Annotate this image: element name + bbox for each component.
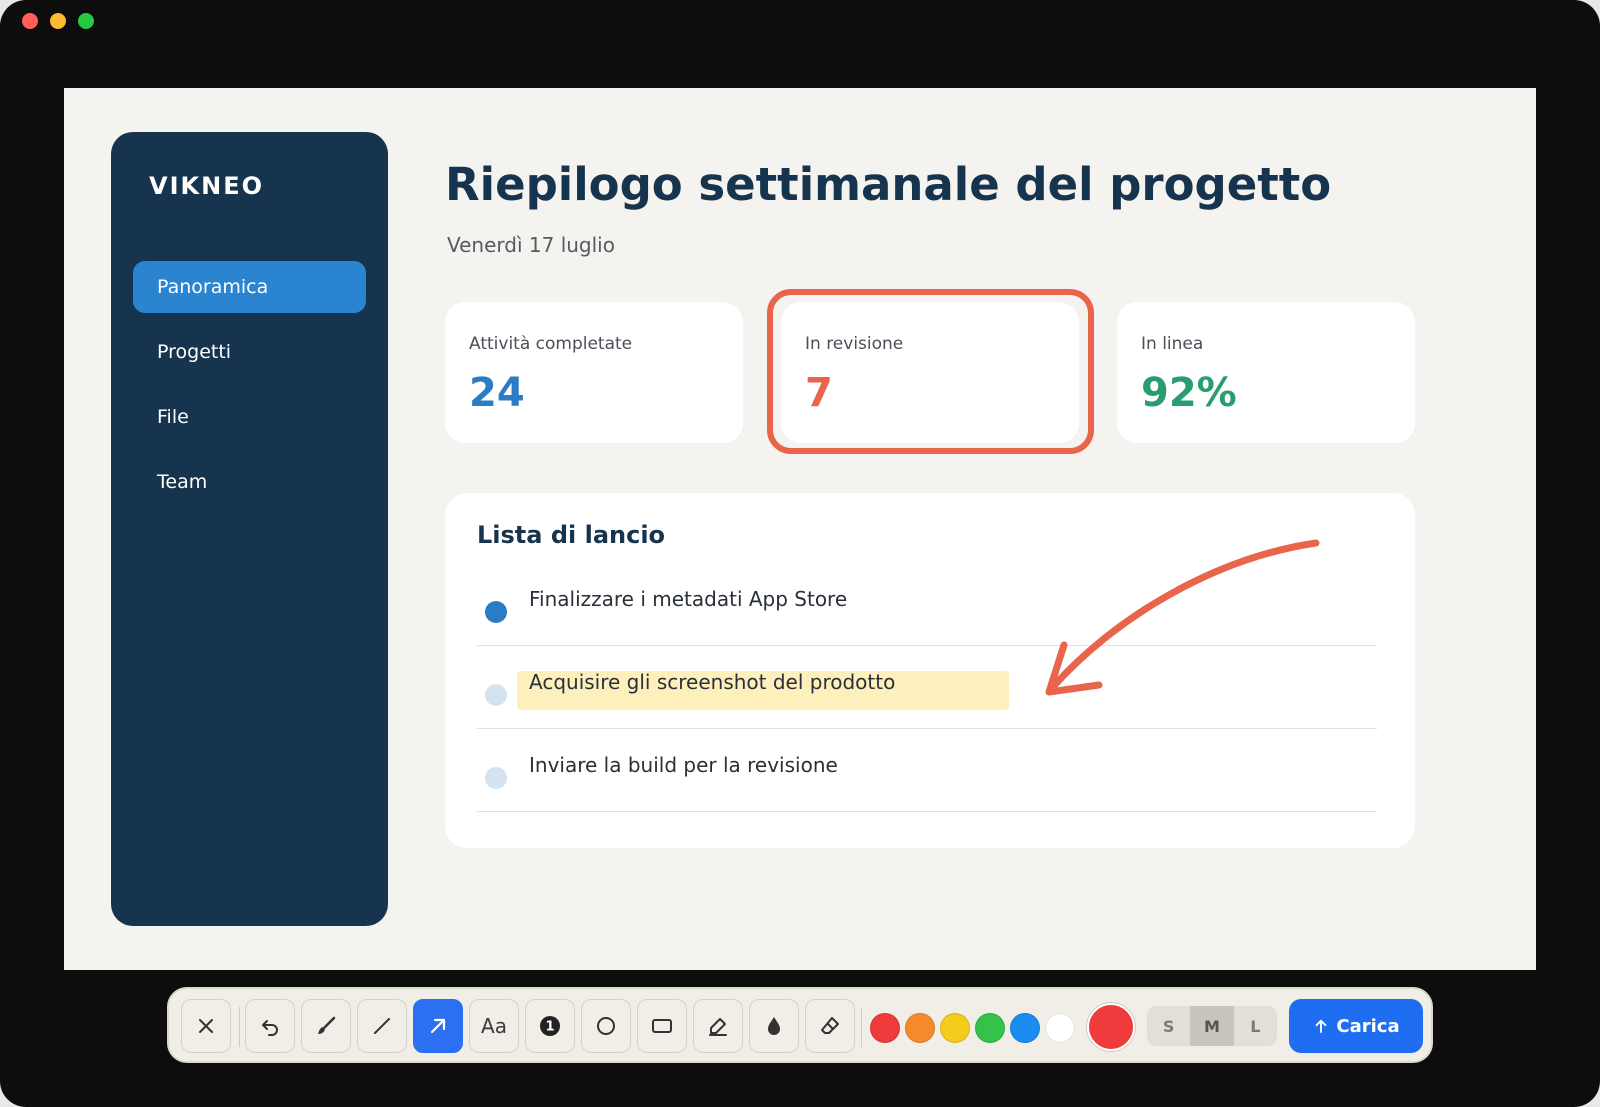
text-tool-button[interactable]: Aa bbox=[469, 999, 519, 1053]
arrow-tool-button[interactable] bbox=[413, 999, 463, 1053]
sidebar-item-file[interactable]: File bbox=[133, 391, 366, 443]
line-icon bbox=[374, 1018, 390, 1034]
app-window: VIKNEO Panoramica Progetti File Team Rie… bbox=[0, 0, 1600, 1107]
list-item: Finalizzare i metadati App Store bbox=[477, 563, 1377, 646]
sidebar-item-label: Progetti bbox=[157, 341, 232, 363]
stat-label: Attività completate bbox=[469, 334, 633, 354]
task-text: Acquisire gli screenshot del prodotto bbox=[529, 670, 896, 694]
sidebar-item-team[interactable]: Team bbox=[133, 456, 366, 508]
color-swatch-green[interactable] bbox=[975, 1013, 1005, 1043]
annotation-rectangle[interactable] bbox=[767, 289, 1094, 454]
text-icon: Aa bbox=[481, 1014, 507, 1038]
undo-button[interactable] bbox=[245, 999, 295, 1053]
toolbar-divider bbox=[861, 1007, 862, 1047]
color-swatch-white[interactable] bbox=[1045, 1013, 1075, 1043]
undo-icon bbox=[262, 1020, 278, 1036]
sidebar-item-label: Team bbox=[157, 471, 208, 493]
size-option-medium[interactable]: M bbox=[1190, 1006, 1234, 1046]
launch-list-card: Lista di lancio Finalizzare i metadati A… bbox=[445, 493, 1415, 848]
highlighter-tool-button[interactable] bbox=[693, 999, 743, 1053]
upload-button-label: Carica bbox=[1336, 1015, 1400, 1037]
brush-tool-button[interactable] bbox=[301, 999, 351, 1053]
window-controls bbox=[22, 13, 94, 29]
color-swatch-yellow[interactable] bbox=[940, 1013, 970, 1043]
stat-card-completed: Attività completate 24 bbox=[445, 302, 743, 443]
arrow-up-icon bbox=[1315, 1019, 1327, 1033]
color-swatch-red[interactable] bbox=[870, 1013, 900, 1043]
highlighter-icon bbox=[709, 1018, 727, 1036]
step-number-label: 1 bbox=[545, 1020, 554, 1035]
close-icon bbox=[199, 1019, 213, 1033]
stat-value: 92% bbox=[1141, 370, 1237, 416]
task-status-pending-icon bbox=[485, 767, 507, 789]
circle-tool-button[interactable] bbox=[581, 999, 631, 1053]
rectangle-icon bbox=[652, 1019, 672, 1033]
stat-value: 24 bbox=[469, 370, 525, 416]
stroke-size-selector: S M L bbox=[1147, 1006, 1277, 1046]
screenshot-canvas[interactable]: VIKNEO Panoramica Progetti File Team Rie… bbox=[64, 88, 1536, 970]
blur-drop-icon bbox=[768, 1017, 780, 1035]
stat-card-on-track: In linea 92% bbox=[1117, 302, 1415, 443]
page-title: Riepilogo settimanale del progetto bbox=[445, 158, 1332, 211]
eraser-tool-button[interactable] bbox=[805, 999, 855, 1053]
sidebar-item-label: File bbox=[157, 406, 189, 428]
task-status-pending-icon bbox=[485, 684, 507, 706]
line-tool-button[interactable] bbox=[357, 999, 407, 1053]
selected-color-indicator[interactable] bbox=[1087, 1003, 1135, 1051]
list-item: Acquisire gli screenshot del prodotto bbox=[477, 646, 1377, 729]
launch-list-title: Lista di lancio bbox=[477, 521, 666, 549]
brand-logo: VIKNEO bbox=[149, 172, 264, 200]
brush-icon bbox=[318, 1016, 336, 1034]
close-button[interactable] bbox=[181, 999, 231, 1053]
circle-icon bbox=[597, 1017, 615, 1035]
sidebar-item-progetti[interactable]: Progetti bbox=[133, 326, 366, 378]
page-date: Venerdì 17 luglio bbox=[447, 233, 615, 257]
toolbar-divider bbox=[239, 1007, 240, 1047]
sidebar: VIKNEO Panoramica Progetti File Team bbox=[111, 132, 388, 926]
task-text: Finalizzare i metadati App Store bbox=[529, 587, 848, 611]
step-number-icon: 1 bbox=[540, 1016, 560, 1036]
minimize-window-button[interactable] bbox=[50, 13, 66, 29]
step-number-tool-button[interactable]: 1 bbox=[525, 999, 575, 1053]
stat-label: In linea bbox=[1141, 334, 1204, 354]
zoom-window-button[interactable] bbox=[78, 13, 94, 29]
annotation-toolbar: Aa 1 S M L Carica bbox=[167, 987, 1433, 1063]
eraser-icon bbox=[821, 1017, 839, 1034]
rectangle-tool-button[interactable] bbox=[637, 999, 687, 1053]
color-swatch-orange[interactable] bbox=[905, 1013, 935, 1043]
color-swatch-blue[interactable] bbox=[1010, 1013, 1040, 1043]
task-text: Inviare la build per la revisione bbox=[529, 753, 838, 777]
size-option-small[interactable]: S bbox=[1147, 1006, 1190, 1046]
sidebar-item-panoramica[interactable]: Panoramica bbox=[133, 261, 366, 313]
list-item: Inviare la build per la revisione bbox=[477, 729, 1377, 812]
blur-tool-button[interactable] bbox=[749, 999, 799, 1053]
arrow-icon bbox=[430, 1018, 446, 1034]
task-status-done-icon bbox=[485, 601, 507, 623]
close-window-button[interactable] bbox=[22, 13, 38, 29]
sidebar-item-label: Panoramica bbox=[157, 276, 269, 298]
upload-button[interactable]: Carica bbox=[1289, 999, 1423, 1053]
size-option-large[interactable]: L bbox=[1234, 1006, 1277, 1046]
